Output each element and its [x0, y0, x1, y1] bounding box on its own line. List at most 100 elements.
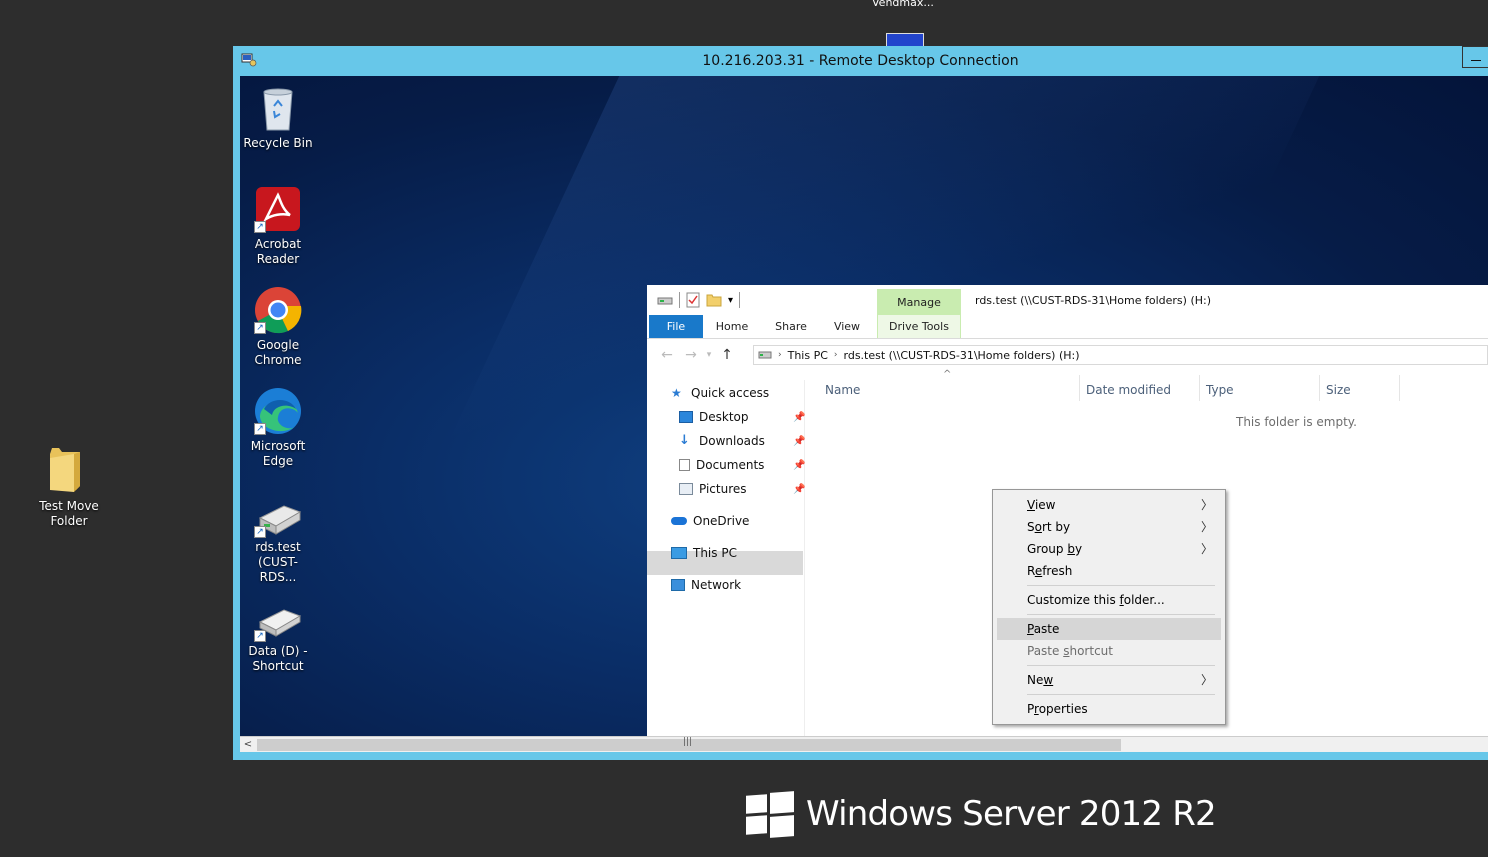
- menu-item-sort-by[interactable]: Sort by 〉: [997, 516, 1221, 538]
- desktop-icon-data-d-shortcut[interactable]: ↗ Data (D) - Shortcut: [240, 602, 316, 674]
- submenu-chevron-icon: 〉: [1200, 673, 1213, 687]
- shortcut-arrow-icon: ↗: [254, 322, 266, 334]
- nav-item-downloads[interactable]: ↓ Downloads 📌: [679, 430, 805, 452]
- menu-text: operties: [1038, 702, 1088, 716]
- submenu-chevron-icon: 〉: [1200, 498, 1213, 512]
- nav-item-documents[interactable]: Documents 📌: [679, 454, 805, 476]
- new-folder-icon[interactable]: [706, 292, 722, 308]
- nav-label: Quick access: [691, 386, 770, 400]
- column-separator[interactable]: [1319, 375, 1320, 401]
- host-icon-label-line1: Test Move: [39, 499, 99, 513]
- column-separator[interactable]: [1399, 375, 1400, 401]
- column-header-size[interactable]: Size: [1326, 380, 1351, 400]
- windows-server-branding: Windows Server 2012 R2: [746, 791, 1217, 838]
- nav-item-this-pc[interactable]: This PC: [671, 542, 737, 564]
- desktop-icon-recycle-bin[interactable]: Recycle Bin: [240, 84, 316, 151]
- icon-label-line1: Microsoft: [250, 439, 306, 453]
- icon-label-line2: (CUST-RDS...: [257, 555, 299, 584]
- menu-text: fresh: [1042, 564, 1073, 578]
- column-header-type[interactable]: Type: [1206, 380, 1234, 400]
- address-bar-row: ← → ▾ ↑ › This PC › rds.test (\\CUST-RDS…: [647, 343, 1488, 367]
- nav-label: Documents: [696, 458, 765, 472]
- menu-separator: [1027, 665, 1215, 666]
- menu-item-paste-shortcut[interactable]: Paste shortcut: [997, 640, 1221, 662]
- menu-item-view[interactable]: View 〉: [997, 494, 1221, 516]
- tab-home[interactable]: Home: [705, 315, 759, 338]
- nav-item-quick-access[interactable]: ★ Quick access: [671, 382, 769, 404]
- nav-label: Downloads: [699, 434, 765, 448]
- host-icon-label-line2: Folder: [50, 514, 88, 528]
- menu-item-paste[interactable]: Paste: [997, 618, 1221, 640]
- breadcrumb-this-pc[interactable]: This PC: [788, 349, 828, 362]
- network-icon: [671, 579, 685, 591]
- desktop-icon-rds-test-drive[interactable]: ↗ rds.test (CUST-RDS...: [240, 498, 316, 585]
- menu-item-refresh[interactable]: Refresh: [997, 560, 1221, 582]
- cloud-icon: [671, 517, 687, 525]
- recent-locations-chevron-icon[interactable]: ▾: [703, 350, 715, 360]
- menu-item-properties[interactable]: Properties: [997, 698, 1221, 720]
- back-arrow-icon[interactable]: ←: [655, 347, 679, 363]
- host-app-icon[interactable]: [886, 33, 924, 47]
- context-menu[interactable]: View 〉 Sort by 〉 Group by 〉 Refresh Cust…: [992, 489, 1226, 725]
- forward-arrow-icon[interactable]: →: [679, 347, 703, 363]
- breadcrumb-separator-icon[interactable]: ›: [778, 350, 782, 360]
- customize-toolbar-chevron-icon[interactable]: ▾: [728, 295, 733, 306]
- icon-label-line2: Edge: [262, 454, 294, 468]
- horizontal-scrollbar[interactable]: < |||: [240, 736, 1488, 752]
- nav-item-desktop[interactable]: Desktop 📌: [679, 406, 805, 428]
- menu-text: S: [1027, 520, 1035, 534]
- menu-text: y: [1074, 542, 1083, 556]
- desktop-icon-acrobat-reader[interactable]: ↗ Acrobat Reader: [240, 185, 316, 267]
- menu-text: hortcut: [1069, 644, 1113, 658]
- drive-icon[interactable]: [657, 293, 673, 307]
- nav-label: Pictures: [699, 482, 747, 496]
- pin-icon[interactable]: 📌: [793, 436, 805, 447]
- breadcrumb-separator-icon[interactable]: ›: [834, 350, 838, 360]
- column-separator[interactable]: [1079, 375, 1080, 401]
- column-separator[interactable]: [1199, 375, 1200, 401]
- up-arrow-icon[interactable]: ↑: [715, 347, 739, 363]
- tab-drive-tools[interactable]: Drive Tools: [877, 315, 961, 338]
- tab-view[interactable]: View: [821, 315, 873, 338]
- menu-item-customize-folder[interactable]: Customize this folder...: [997, 589, 1221, 611]
- menu-item-group-by[interactable]: Group by 〉: [997, 538, 1221, 560]
- tab-share[interactable]: Share: [763, 315, 819, 338]
- nav-item-pictures[interactable]: Pictures 📌: [679, 478, 805, 500]
- breadcrumb-current-drive[interactable]: rds.test (\\CUST-RDS-31\Home folders) (H…: [844, 349, 1080, 362]
- navigation-pane[interactable]: ★ Quick access Desktop 📌 ↓ Downloads 📌 D…: [647, 380, 805, 736]
- tab-manage[interactable]: Manage: [877, 289, 961, 315]
- rdp-title-text: 10.216.203.31 - Remote Desktop Connectio…: [702, 53, 1019, 69]
- submenu-chevron-icon: 〉: [1200, 520, 1213, 534]
- menu-item-new[interactable]: New 〉: [997, 669, 1221, 691]
- minimize-button[interactable]: [1462, 46, 1488, 68]
- pictures-icon: [679, 483, 693, 495]
- pin-icon[interactable]: 📌: [793, 460, 805, 471]
- sort-ascending-caret-icon: ^: [943, 369, 952, 380]
- recycle-bin-icon: [263, 88, 293, 131]
- rdp-system-icon[interactable]: [241, 53, 257, 67]
- toolbar-separator: [739, 292, 741, 308]
- rdp-window[interactable]: 10.216.203.31 - Remote Desktop Connectio…: [233, 46, 1488, 760]
- computer-icon: [671, 547, 687, 559]
- pin-icon[interactable]: 📌: [793, 484, 805, 495]
- nav-item-network[interactable]: Network: [671, 574, 741, 596]
- nav-label: OneDrive: [693, 514, 750, 528]
- pin-icon[interactable]: 📌: [793, 412, 805, 423]
- column-header-date-modified[interactable]: Date modified: [1086, 380, 1171, 400]
- rdp-titlebar[interactable]: 10.216.203.31 - Remote Desktop Connectio…: [233, 46, 1488, 76]
- icon-label-line2: Chrome: [254, 353, 302, 367]
- nav-item-onedrive[interactable]: OneDrive: [671, 510, 749, 532]
- column-header-name[interactable]: Name: [825, 380, 860, 400]
- menu-accelerator: V: [1027, 498, 1035, 512]
- properties-icon[interactable]: [686, 292, 700, 308]
- nav-label: Desktop: [699, 410, 749, 424]
- desktop-folder-icon: [679, 411, 693, 423]
- tab-file[interactable]: File: [649, 315, 703, 338]
- menu-text: P: [1027, 702, 1035, 716]
- remote-desktop[interactable]: Recycle Bin ↗ Acrobat Reader ↗ Google Ch…: [240, 76, 1488, 752]
- desktop-icon-google-chrome[interactable]: ↗ Google Chrome: [240, 286, 316, 368]
- address-bar[interactable]: › This PC › rds.test (\\CUST-RDS-31\Home…: [753, 345, 1488, 365]
- desktop-icon-microsoft-edge[interactable]: ↗ Microsoft Edge: [240, 387, 316, 469]
- icon-label: Recycle Bin: [243, 136, 313, 150]
- scroll-left-arrow-icon[interactable]: <: [240, 737, 256, 752]
